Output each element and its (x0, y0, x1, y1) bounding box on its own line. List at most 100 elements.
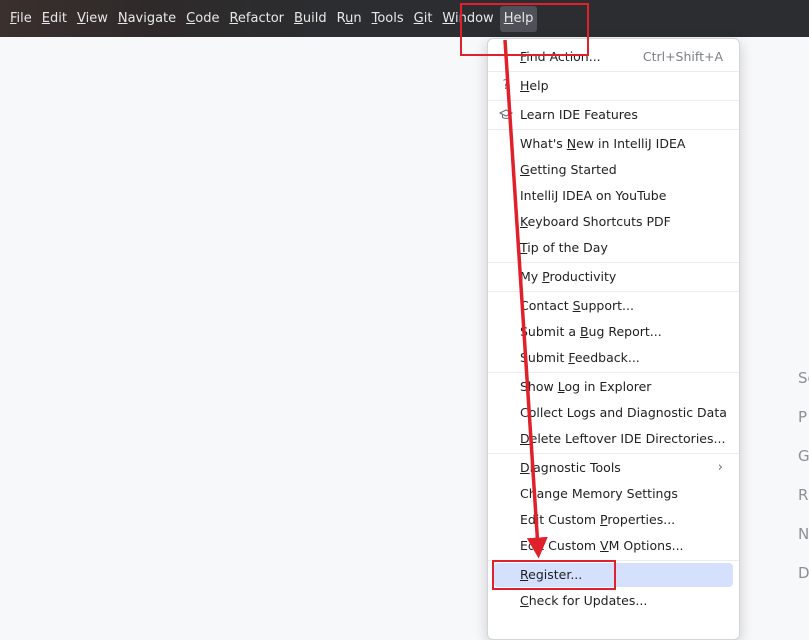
menu-view[interactable]: View (73, 6, 112, 32)
item-label-post: eyboard Shortcuts PDF (527, 214, 671, 229)
menu-mnemonic: R (229, 10, 238, 26)
menu-label-post: avigate (127, 10, 177, 26)
item-label-pre: My (520, 269, 543, 284)
tip-of-the-day-item[interactable]: Tip of the Day (494, 236, 733, 260)
help-menu-popup: Find Action... Ctrl+Shift+A ? Help Learn I… (487, 38, 740, 640)
graduation-cap-icon (498, 103, 514, 127)
edit-custom-properties-item[interactable]: Edit Custom Properties... (494, 508, 733, 532)
delete-leftover-dirs-item[interactable]: Delete Leftover IDE Directories... (494, 427, 733, 451)
menu-label-post: efactor (237, 10, 284, 26)
item-label-post: ew in IntelliJ IDEA (576, 136, 686, 151)
separator (488, 291, 739, 292)
menu-edit[interactable]: Edit (38, 6, 71, 32)
item-mnemonic: B (579, 324, 589, 339)
item-label-post: eedback... (574, 350, 640, 365)
diagnostic-tools-item[interactable]: Diagnostic Tools › (494, 456, 733, 480)
shortcut-label: Ctrl+Shift+A (642, 49, 723, 64)
item-label: Learn IDE Features (520, 107, 638, 122)
side-text: G (798, 447, 809, 465)
item-label-pre: Edit Custom (520, 538, 601, 553)
whats-new-item[interactable]: What's New in IntelliJ IDEA (494, 132, 733, 156)
chevron-right-icon: › (717, 460, 723, 475)
show-log-item[interactable]: Show Log in Explorer (494, 375, 733, 399)
menu-label-pre: R (336, 10, 346, 26)
separator (488, 372, 739, 373)
item-label-post: iagnostic Tools (529, 460, 621, 475)
check-for-updates-item[interactable]: Check for Updates... (494, 589, 733, 613)
separator (488, 129, 739, 130)
keyboard-shortcuts-pdf-item[interactable]: Keyboard Shortcuts PDF (494, 210, 733, 234)
menu-mnemonic: C (186, 10, 196, 26)
my-productivity-item[interactable]: My Productivity (494, 265, 733, 289)
menu-label-post: ode (195, 10, 220, 26)
item-label-pre: Submit a (520, 324, 580, 339)
help-item[interactable]: ? Help (494, 74, 733, 98)
side-text: N (798, 525, 809, 543)
annotation-box-register (492, 560, 616, 590)
menu-file[interactable]: File (6, 6, 36, 32)
item-label-post: M Options... (608, 538, 684, 553)
menu-navigate[interactable]: Navigate (114, 6, 180, 32)
contact-support-item[interactable]: Contact Support... (494, 294, 733, 318)
edit-custom-vm-options-item[interactable]: Edit Custom VM Options... (494, 534, 733, 558)
item-label: Collect Logs and Diagnostic Data (520, 405, 727, 420)
menu-run[interactable]: Run (333, 6, 366, 32)
item-mnemonic: H (520, 78, 530, 93)
item-label: Change Memory Settings (520, 486, 678, 501)
menu-mnemonic: V (76, 10, 86, 26)
menu-label-post: it (423, 10, 433, 26)
submit-feedback-item[interactable]: Submit Feedback... (494, 346, 733, 370)
menu-label-post: ools (377, 10, 404, 26)
learn-ide-features-item[interactable]: Learn IDE Features (494, 103, 733, 127)
youtube-item[interactable]: IntelliJ IDEA on YouTube (494, 184, 733, 208)
item-label-post: upport... (580, 298, 634, 313)
menu-mnemonic: B (294, 10, 303, 26)
menu-mnemonic: E (41, 10, 50, 26)
collect-logs-item[interactable]: Collect Logs and Diagnostic Data (494, 401, 733, 425)
item-label-post: etting Started (529, 162, 617, 177)
annotation-box-help (460, 3, 589, 56)
item-label-pre: What's (520, 136, 567, 151)
item-label-post: og in Explorer (564, 379, 652, 394)
item-label-post: roperties... (607, 512, 676, 527)
side-text: P (798, 408, 808, 426)
menu-refactor[interactable]: Refactor (225, 6, 288, 32)
item-mnemonic: C (520, 593, 529, 608)
separator (488, 100, 739, 101)
menu-build[interactable]: Build (290, 6, 331, 32)
separator (488, 71, 739, 72)
item-mnemonic: S (572, 298, 581, 313)
item-mnemonic: G (520, 162, 530, 177)
item-label-post: roductivity (549, 269, 617, 284)
menu-code[interactable]: Code (182, 6, 223, 32)
item-label-post: elp (529, 78, 549, 93)
submit-bug-report-item[interactable]: Submit a Bug Report... (494, 320, 733, 344)
item-mnemonic: D (520, 460, 530, 475)
item-mnemonic: K (520, 214, 528, 229)
getting-started-item[interactable]: Getting Started (494, 158, 733, 182)
side-text: R (798, 486, 809, 504)
menu-git[interactable]: Git (410, 6, 437, 32)
item-label-post: ug Report... (588, 324, 662, 339)
item-label-pre: Show (520, 379, 558, 394)
change-memory-settings-item[interactable]: Change Memory Settings (494, 482, 733, 506)
item-mnemonic: D (520, 431, 530, 446)
item-label-post: heck for Updates... (528, 593, 648, 608)
item-label-post: ip of the Day (527, 240, 608, 255)
separator (488, 453, 739, 454)
item-label-pre: Contact (520, 298, 573, 313)
menu-tools[interactable]: Tools (368, 6, 408, 32)
menu-label-post: dit (50, 10, 67, 26)
menu-label-post: uild (302, 10, 327, 26)
side-text: D (798, 564, 809, 582)
main-menu-bar: File Edit View Navigate Code Refactor Bu… (0, 0, 809, 37)
item-label-post: elete Leftover IDE Directories... (529, 431, 726, 446)
item-mnemonic: V (600, 538, 609, 553)
menu-label-post: n (353, 10, 362, 26)
item-label-pre: Edit Custom (520, 512, 601, 527)
item-mnemonic: N (566, 136, 577, 151)
menu-mnemonic: N (117, 10, 128, 26)
menu-mnemonic: G (413, 10, 424, 26)
question-icon: ? (502, 78, 510, 93)
menu-label-post: iew (85, 10, 108, 26)
